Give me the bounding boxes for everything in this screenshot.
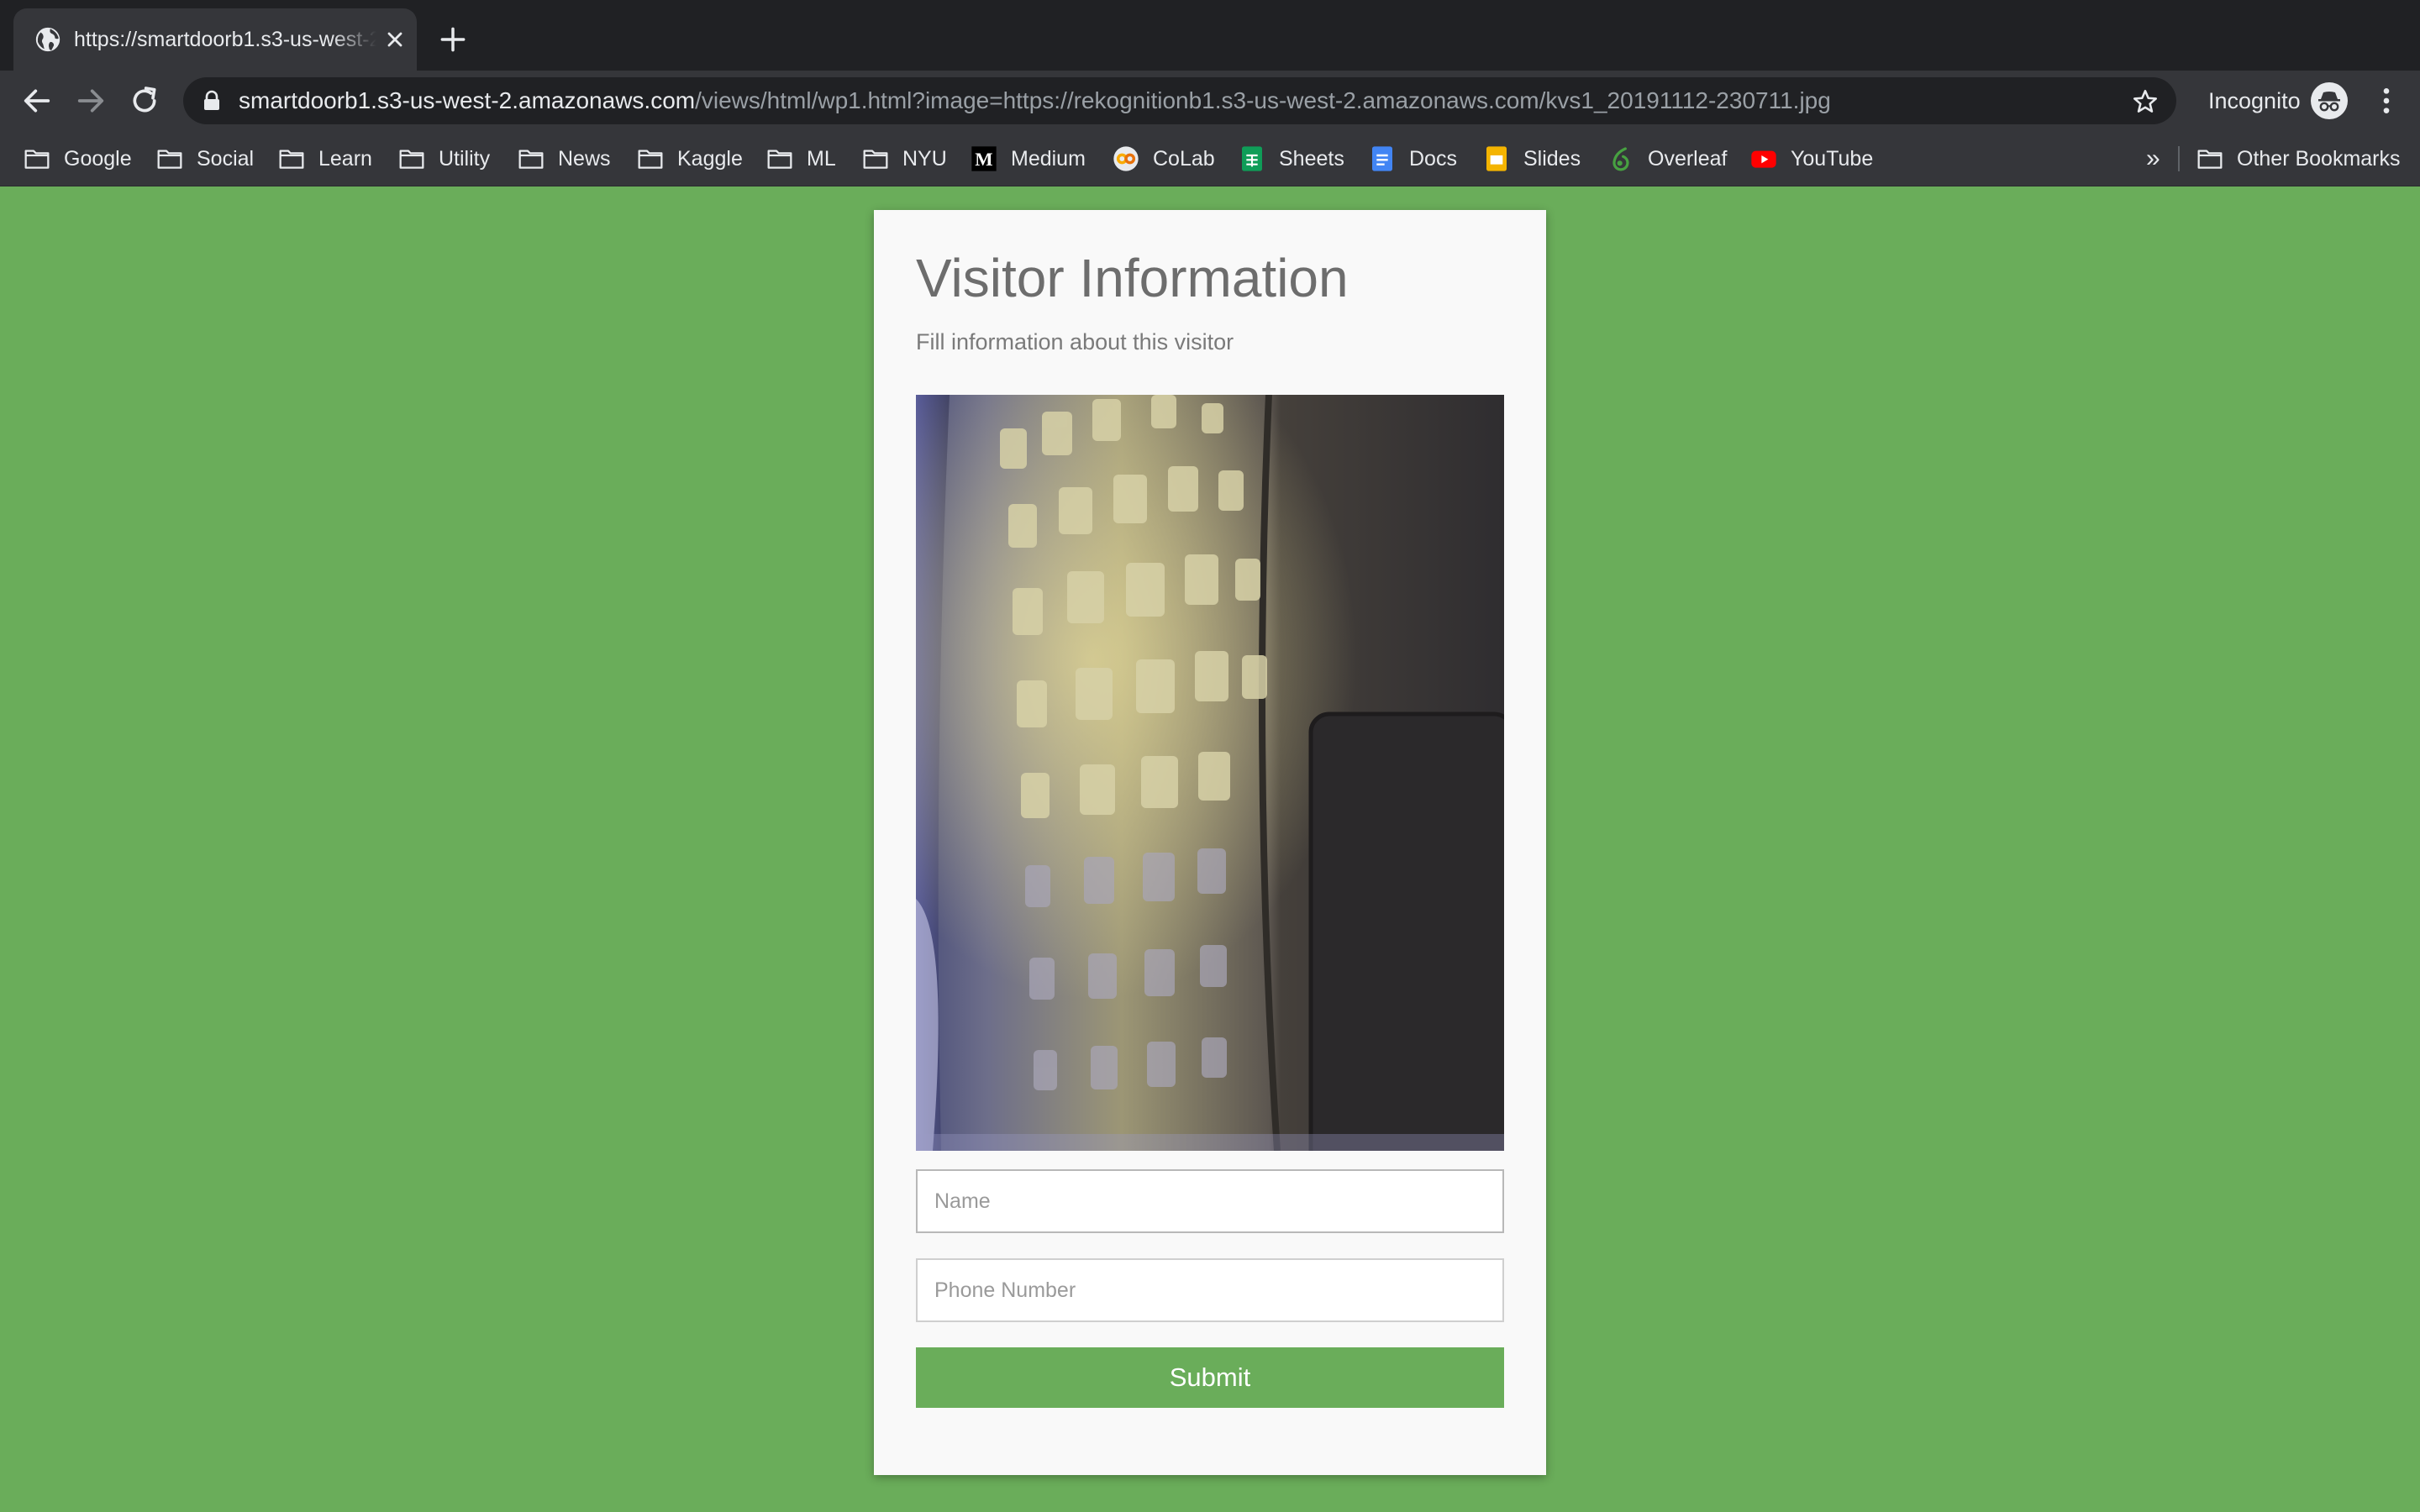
overleaf-icon xyxy=(1612,147,1629,171)
incognito-label[interactable]: Incognito xyxy=(2208,71,2301,131)
submit-button[interactable]: Submit xyxy=(916,1347,1504,1408)
browser-tab[interactable]: https://smartdoorb1.s3-us-west-2.amazona… xyxy=(13,8,417,71)
address-bar[interactable]: smartdoorb1.s3-us-west-2.amazonaws.com/v… xyxy=(183,77,2176,124)
bookmark-colab[interactable]: CoLab xyxy=(1113,131,1215,186)
close-icon[interactable] xyxy=(383,28,407,51)
bookmark-ml[interactable]: ML xyxy=(766,131,836,186)
folder-icon xyxy=(399,150,424,169)
reload-icon[interactable] xyxy=(128,84,161,118)
globe-icon xyxy=(35,27,60,52)
bookmark-learn[interactable]: Learn xyxy=(278,131,372,186)
folder-icon xyxy=(518,150,544,169)
bookmarks-divider xyxy=(2178,146,2180,171)
visitor-photo xyxy=(916,395,1504,1151)
forward-icon[interactable] xyxy=(74,84,108,118)
bookmark-utility[interactable]: Utility xyxy=(398,131,490,186)
bookmark-kaggle[interactable]: Kaggle xyxy=(637,131,743,186)
keyboard-photo xyxy=(916,395,1504,1151)
bookmark-youtube[interactable]: YouTube xyxy=(1750,131,1873,186)
bookmark-label: Overleaf xyxy=(1648,146,1728,171)
bookmark-overleaf[interactable]: Overleaf xyxy=(1607,131,1727,186)
youtube-icon xyxy=(1751,150,1776,168)
bookmark-label: ML xyxy=(807,146,836,171)
docs-icon xyxy=(1372,146,1392,171)
back-icon[interactable] xyxy=(20,84,54,118)
bookmark-label: Google xyxy=(64,146,132,171)
svg-text:M: M xyxy=(975,149,992,170)
bookmark-label: CoLab xyxy=(1153,146,1215,171)
bookmark-label: Medium xyxy=(1011,146,1086,171)
bookmark-social[interactable]: Social xyxy=(156,131,254,186)
folder-icon xyxy=(157,150,182,169)
bookmark-label: Kaggle xyxy=(677,146,743,171)
url-text: smartdoorb1.s3-us-west-2.amazonaws.com/v… xyxy=(239,77,1831,124)
bookmark-label: Utility xyxy=(439,146,491,171)
bookmark-docs[interactable]: Docs xyxy=(1369,131,1457,186)
name-input[interactable] xyxy=(916,1169,1504,1233)
tab-title: https://smartdoorb1.s3-us-west-2.amazona… xyxy=(74,28,376,51)
folder-icon xyxy=(279,150,304,169)
page-subtitle: Fill information about this visitor xyxy=(916,329,1234,354)
url-host: smartdoorb1.s3-us-west-2.amazonaws.com xyxy=(239,87,696,113)
other-bookmarks[interactable]: Other Bookmarks xyxy=(2196,131,2401,186)
bookmark-news[interactable]: News xyxy=(518,131,611,186)
sheets-icon xyxy=(1242,146,1262,171)
more-bookmarks-chevron[interactable]: » xyxy=(2146,131,2160,186)
bookmark-label: NYU xyxy=(902,146,947,171)
folder-icon xyxy=(24,150,50,169)
bookmark-label: News xyxy=(558,146,611,171)
url-path: /views/html/wp1.html?image=https://rekog… xyxy=(695,87,1831,113)
medium-icon: M xyxy=(971,146,997,171)
folder-icon xyxy=(767,150,792,169)
other-bookmarks-label: Other Bookmarks xyxy=(2237,146,2401,171)
bookmark-label: YouTube xyxy=(1791,146,1874,171)
folder-icon xyxy=(638,150,663,169)
browser-toolbar: smartdoorb1.s3-us-west-2.amazonaws.com/v… xyxy=(0,71,2420,131)
incognito-icon[interactable] xyxy=(2311,82,2348,119)
bookmark-slides[interactable]: Slides xyxy=(1483,131,1581,186)
bookmark-label: Learn xyxy=(318,146,372,171)
bookmark-label: Sheets xyxy=(1279,146,1344,171)
bookmark-sheets[interactable]: Sheets xyxy=(1239,131,1344,186)
folder-icon xyxy=(863,150,888,169)
bookmark-medium[interactable]: M Medium xyxy=(971,131,1086,186)
bookmark-label: Social xyxy=(197,146,255,171)
bookmark-star-icon[interactable] xyxy=(2131,87,2160,116)
bookmark-label: Docs xyxy=(1409,146,1457,171)
new-tab-icon[interactable] xyxy=(437,24,469,55)
bookmark-google[interactable]: Google xyxy=(24,131,132,186)
more-menu-icon[interactable] xyxy=(2370,84,2403,118)
visitor-form-card: Visitor Information Fill information abo… xyxy=(874,210,1546,1475)
phone-number-input[interactable] xyxy=(916,1258,1504,1322)
bookmarks-bar: Google Social Learn Utility News Kaggle … xyxy=(0,131,2420,186)
bookmark-nyu[interactable]: NYU xyxy=(862,131,947,186)
bookmark-label: Slides xyxy=(1523,146,1581,171)
slides-icon xyxy=(1486,146,1507,171)
lock-icon[interactable] xyxy=(202,90,222,112)
folder-icon xyxy=(2197,150,2223,169)
tab-strip: https://smartdoorb1.s3-us-west-2.amazona… xyxy=(0,0,2420,71)
colab-icon xyxy=(1113,146,1139,171)
page-title: Visitor Information xyxy=(916,248,1349,308)
